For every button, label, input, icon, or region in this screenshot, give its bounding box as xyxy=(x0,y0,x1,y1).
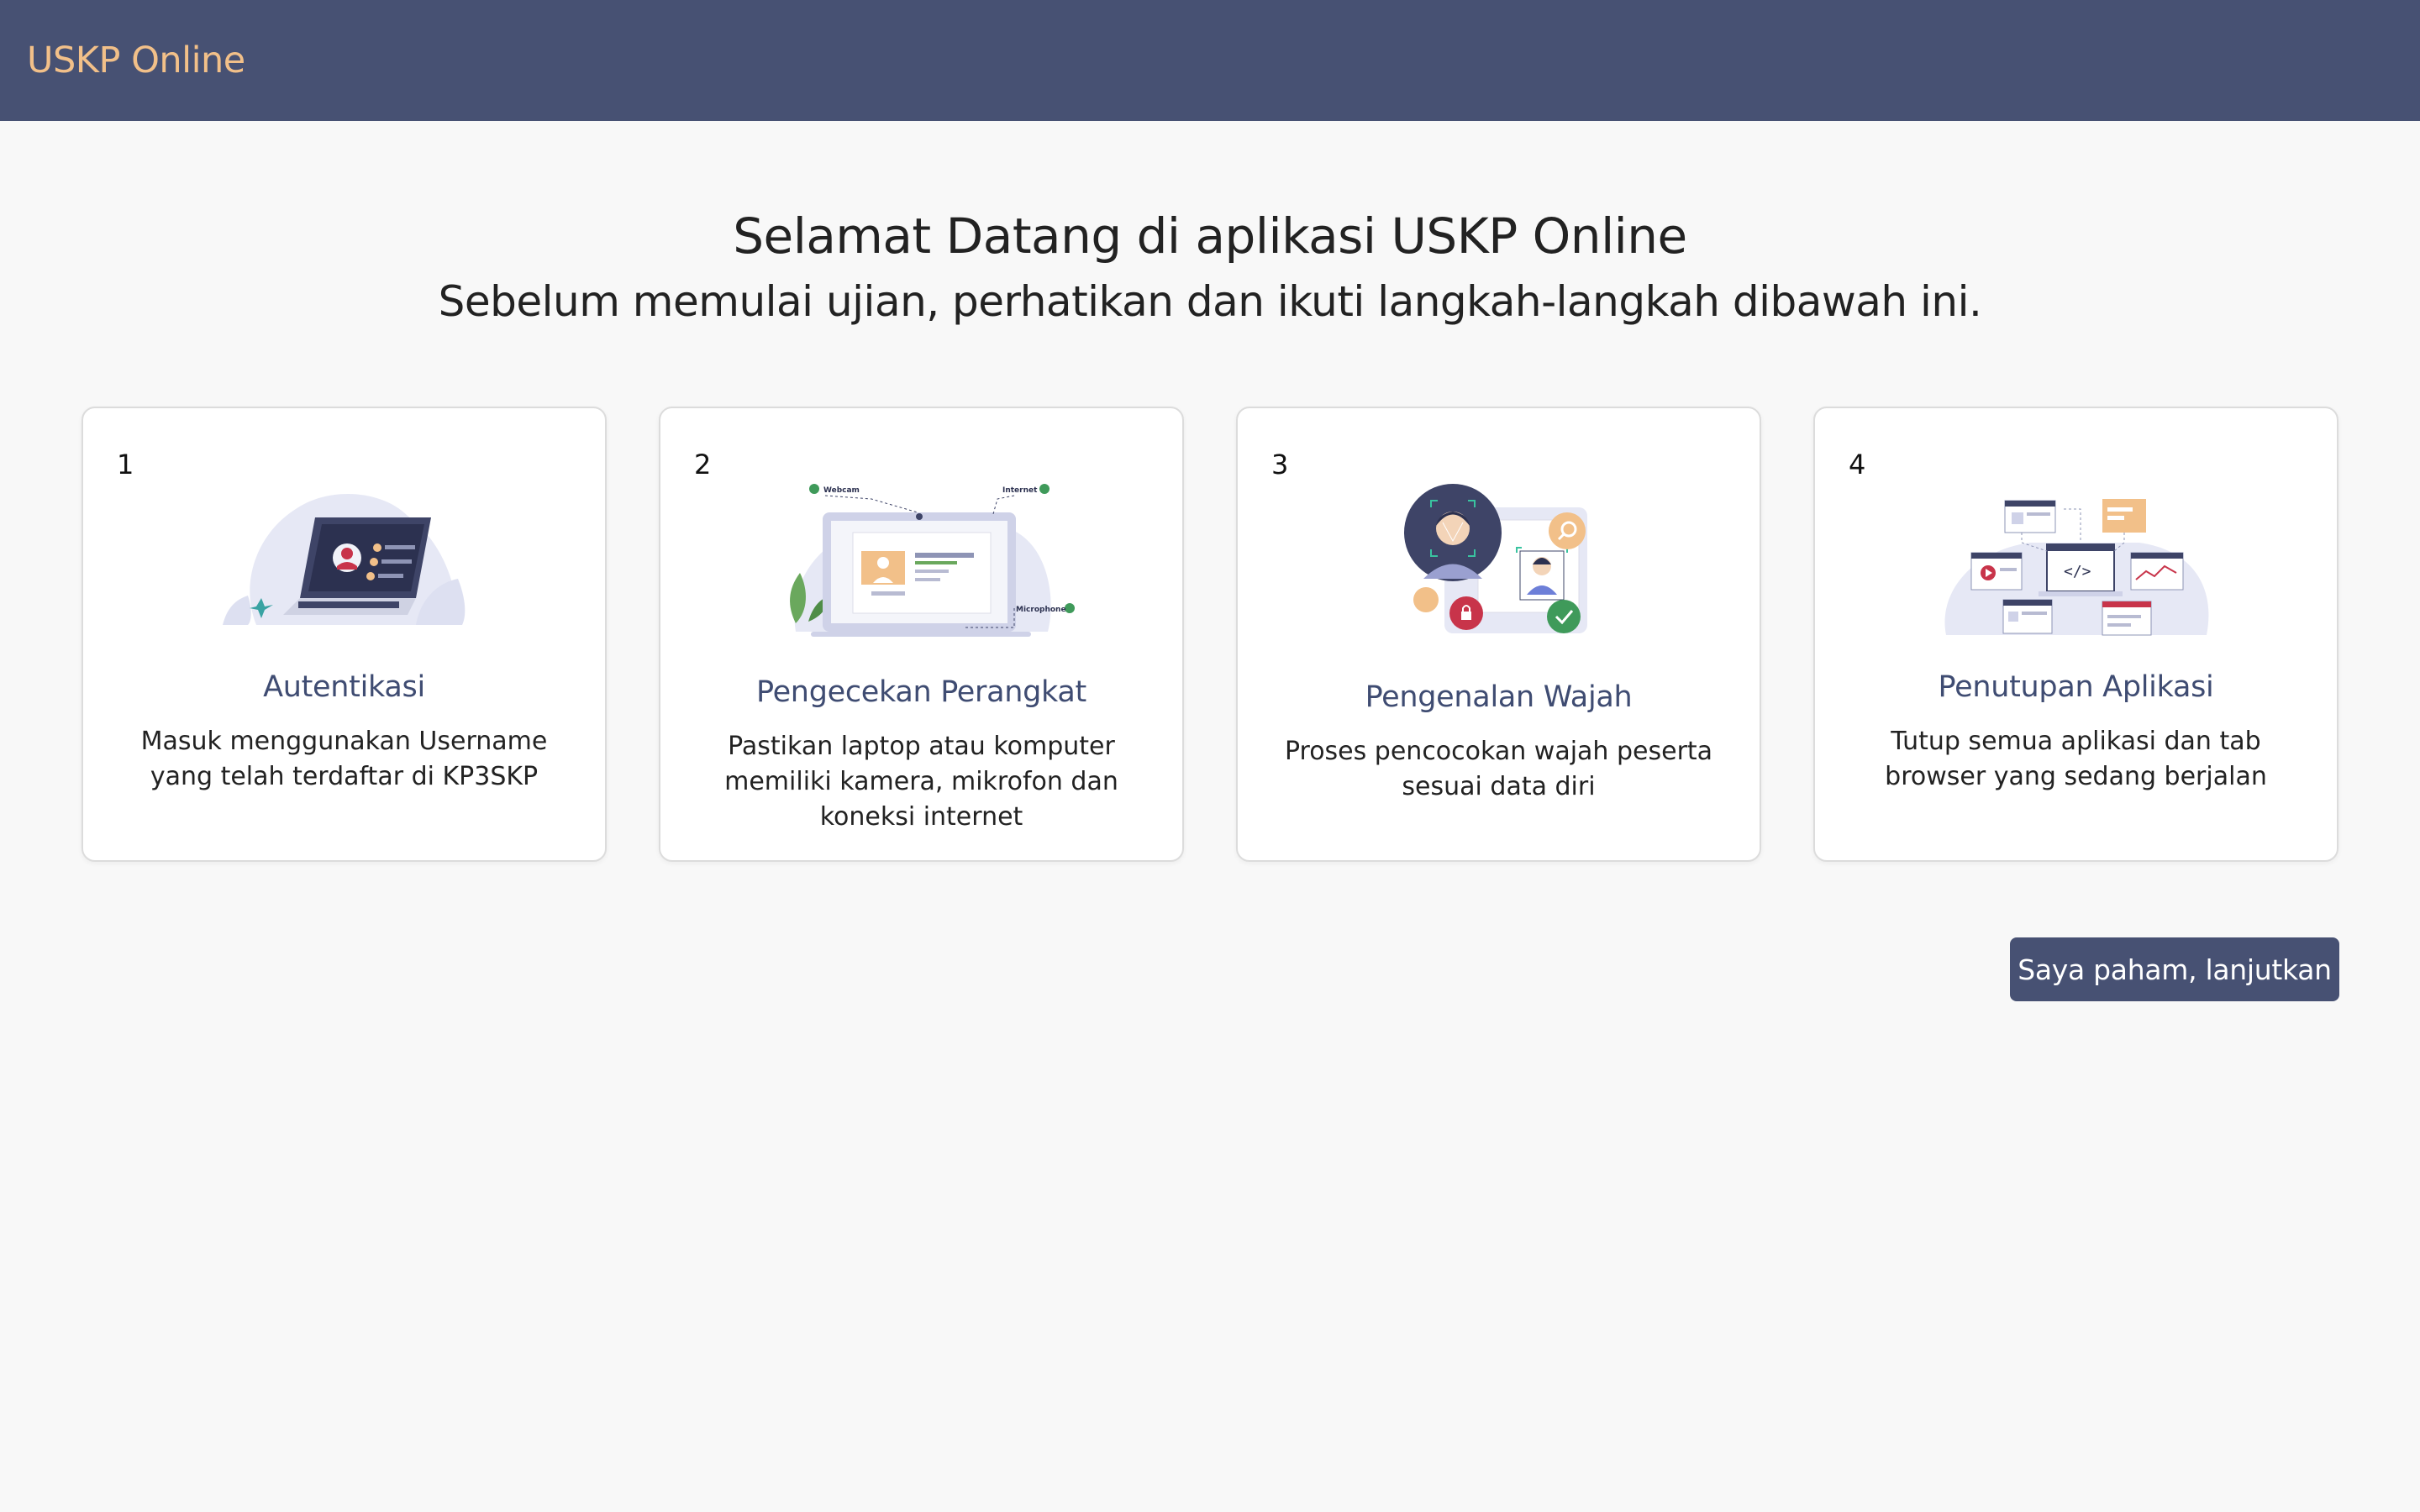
brand-logo-text[interactable]: USKP Online xyxy=(27,39,245,81)
navbar: USKP Online xyxy=(0,0,2420,121)
continue-button[interactable]: Saya paham, lanjutkan xyxy=(2010,937,2339,1001)
step-card-close-apps: 4 </> Penutupan Aplikasi Tutup semua apl… xyxy=(1813,407,2338,862)
svg-text:</>: </> xyxy=(2064,563,2091,580)
step-title: Pengenalan Wajah xyxy=(1365,680,1633,714)
step-title: Autentikasi xyxy=(263,670,425,704)
step-number: 1 xyxy=(117,449,134,480)
steps-container: 1 Autentikasi Masuk menggunakan Username… xyxy=(82,407,2338,862)
webcam-label: Webcam xyxy=(823,486,860,495)
step-card-authentication: 1 Autentikasi Masuk menggunakan Username… xyxy=(82,407,607,862)
step-title: Pengecekan Perangkat xyxy=(756,675,1086,709)
step-description: Masuk menggunakan Username yang telah te… xyxy=(140,727,548,791)
microphone-label: Microphone xyxy=(1016,606,1066,614)
step-description: Pastikan laptop atau komputer memiliki k… xyxy=(724,732,1118,832)
step-description: Proses pencocokan wajah peserta sesuai d… xyxy=(1284,737,1713,801)
device-check-illustration: Webcam Internet Microphone xyxy=(789,484,1075,637)
step-number: 4 xyxy=(1849,449,1866,480)
step-description: Tutup semua aplikasi dan tab browser yan… xyxy=(1885,727,2267,791)
laptop-login-illustration xyxy=(222,493,465,625)
close-apps-illustration: </> xyxy=(1944,499,2208,636)
internet-label: Internet xyxy=(1002,486,1038,495)
welcome-section: Selamat Datang di aplikasi USKP Online S… xyxy=(0,202,2420,333)
face-recognition-illustration xyxy=(1403,484,1587,633)
step-card-device-check: 2 Webcam Internet Microphone Pengecekan … xyxy=(659,407,1184,862)
page-title: Selamat Datang di aplikasi USKP Online xyxy=(733,207,1687,265)
step-number: 2 xyxy=(694,449,712,480)
step-number: 3 xyxy=(1271,449,1289,480)
step-title: Penutupan Aplikasi xyxy=(1938,670,2214,704)
step-card-face-recognition: 3 Pengenalan Wajah Proses pencocokan waj… xyxy=(1236,407,1761,862)
page-subtitle: Sebelum memulai ujian, perhatikan dan ik… xyxy=(438,277,1982,326)
